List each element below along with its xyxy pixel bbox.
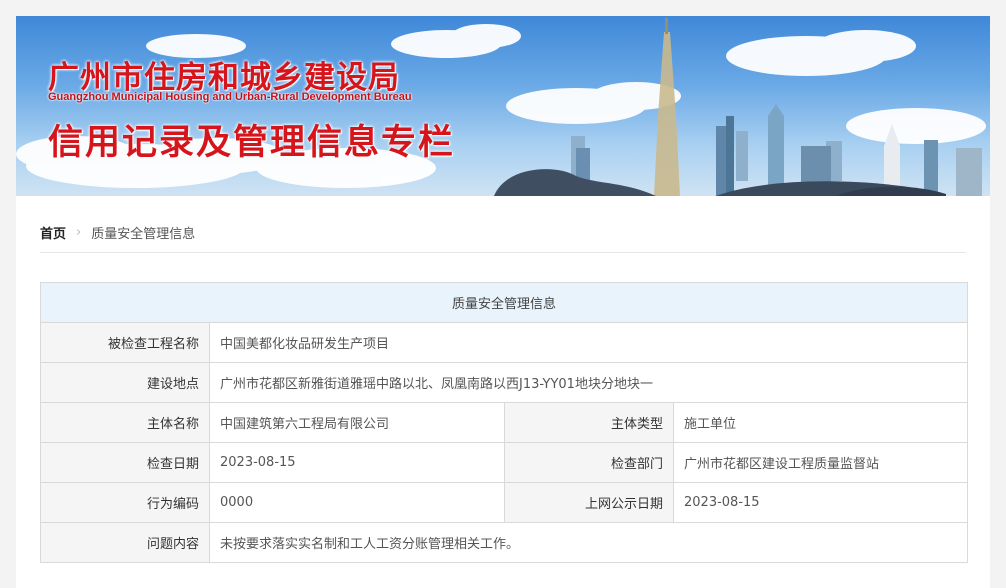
breadcrumb-current: 质量安全管理信息 <box>91 226 196 242</box>
check-dept-value: 广州市花都区建设工程质量监督站 <box>672 442 969 483</box>
entity-type-value: 施工单位 <box>672 402 969 443</box>
table-row: 行为编码 0000 上网公示日期 2023-08-15 <box>40 482 969 523</box>
project-name-value: 中国美都化妆品研发生产项目 <box>208 322 969 363</box>
breadcrumb-separator-icon: › <box>76 224 82 240</box>
check-date-label: 检查日期 <box>40 442 210 483</box>
table-row: 主体名称 中国建筑第六工程局有限公司 主体类型 施工单位 <box>40 402 969 443</box>
behavior-code-value: 0000 <box>209 482 505 523</box>
header-banner: 广州市住房和城乡建设局 Guangzhou Municipal Housing … <box>16 16 990 196</box>
table-row: 建设地点 广州市花都区新雅街道雅瑶中路以北、凤凰南路以西J13-YY01地块分地… <box>40 362 969 403</box>
behavior-code-label: 行为编码 <box>40 482 210 523</box>
publish-date-label: 上网公示日期 <box>504 482 674 523</box>
table-row: 检查日期 2023-08-15 检查部门 广州市花都区建设工程质量监督站 <box>40 442 969 483</box>
table-header: 质量安全管理信息 <box>39 282 969 323</box>
location-label: 建设地点 <box>40 362 210 403</box>
banner-title-english: Guangzhou Municipal Housing and Urban-Ru… <box>48 91 412 103</box>
table-row: 被检查工程名称 中国美都化妆品研发生产项目 <box>40 322 969 363</box>
project-name-label: 被检查工程名称 <box>40 322 210 363</box>
content-panel: 首页 › 质量安全管理信息 质量安全管理信息 被检查工程名称 中国美都化妆品研发… <box>16 196 990 588</box>
table-row: 问题内容 未按要求落实实名制和工人工资分账管理相关工作。 <box>40 522 969 563</box>
entity-name-value: 中国建筑第六工程局有限公司 <box>209 402 505 443</box>
check-date-value: 2023-08-15 <box>209 442 505 483</box>
city-skyline-image <box>16 18 986 196</box>
breadcrumb: 首页 › 质量安全管理信息 <box>40 222 195 242</box>
entity-type-label: 主体类型 <box>504 402 674 443</box>
issue-label: 问题内容 <box>40 522 210 563</box>
publish-date-value: 2023-08-15 <box>672 482 969 523</box>
breadcrumb-home-link[interactable]: 首页 <box>40 223 66 242</box>
check-dept-label: 检查部门 <box>504 442 674 483</box>
location-value: 广州市花都区新雅街道雅瑶中路以北、凤凰南路以西J13-YY01地块分地块一 <box>208 362 969 403</box>
divider <box>40 252 966 253</box>
banner-subtitle: 信用记录及管理信息专栏 <box>48 123 456 163</box>
info-table: 质量安全管理信息 被检查工程名称 中国美都化妆品研发生产项目 建设地点 广州市花… <box>39 282 969 563</box>
table-header-row: 质量安全管理信息 <box>39 282 969 323</box>
entity-name-label: 主体名称 <box>40 402 210 443</box>
issue-value: 未按要求落实实名制和工人工资分账管理相关工作。 <box>208 522 969 563</box>
